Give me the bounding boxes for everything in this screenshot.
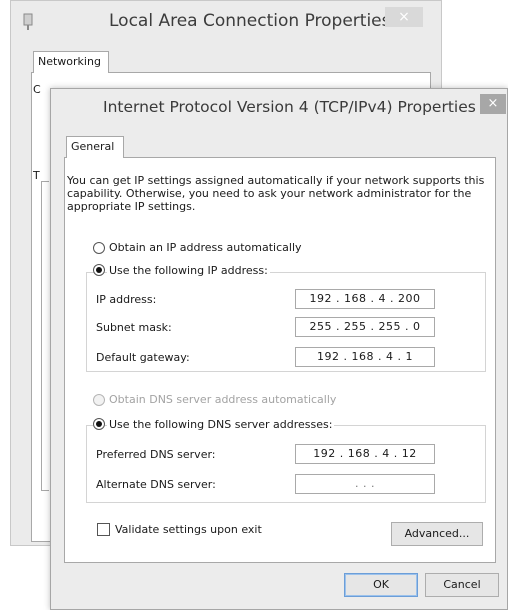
tab-general[interactable]: General: [66, 136, 124, 158]
preferred-dns-label: Preferred DNS server:: [96, 448, 216, 461]
ok-button[interactable]: OK: [344, 573, 418, 597]
dialog-title: Internet Protocol Version 4 (TCP/IPv4) P…: [103, 98, 476, 116]
subnet-mask-label: Subnet mask:: [96, 321, 172, 334]
ip-address-label: IP address:: [96, 293, 157, 306]
back-window-title: Local Area Connection Properties: [109, 11, 391, 31]
use-following-ip-label[interactable]: Use the following IP address:: [107, 264, 270, 277]
back-window-text-fragment: T: [33, 169, 40, 182]
cancel-button[interactable]: Cancel: [425, 573, 499, 597]
default-gateway-label: Default gateway:: [96, 351, 190, 364]
components-listbox: [41, 181, 49, 491]
tab-networking[interactable]: Networking: [33, 51, 109, 73]
advanced-button[interactable]: Advanced...: [391, 522, 483, 546]
description-text: You can get IP settings assigned automat…: [67, 174, 485, 213]
tcp-ipv4-properties-dialog: Internet Protocol Version 4 (TCP/IPv4) P…: [50, 88, 508, 610]
dialog-close-button[interactable]: ×: [480, 94, 506, 114]
back-window-text-fragment: C: [33, 83, 41, 96]
subnet-mask-input[interactable]: 255 . 255 . 255 . 0: [295, 317, 435, 337]
validate-settings-checkbox[interactable]: [97, 523, 110, 536]
obtain-ip-automatically-label[interactable]: Obtain an IP address automatically: [109, 241, 302, 254]
validate-settings-label[interactable]: Validate settings upon exit: [115, 523, 262, 536]
preferred-dns-input[interactable]: 192 . 168 . 4 . 12: [295, 444, 435, 464]
network-adapter-icon: [23, 13, 33, 30]
back-window-titlebar: Local Area Connection Properties ×: [11, 1, 441, 45]
obtain-dns-automatically-radio[interactable]: [93, 394, 105, 406]
alternate-dns-label: Alternate DNS server:: [96, 478, 216, 491]
alternate-dns-input[interactable]: . . .: [295, 474, 435, 494]
back-window-close-button[interactable]: ×: [385, 7, 423, 27]
ip-address-input[interactable]: 192 . 168 . 4 . 200: [295, 289, 435, 309]
use-following-ip-radio[interactable]: [93, 264, 105, 276]
default-gateway-input[interactable]: 192 . 168 . 4 . 1: [295, 347, 435, 367]
use-following-dns-radio[interactable]: [93, 418, 105, 430]
use-following-dns-label[interactable]: Use the following DNS server addresses:: [107, 418, 335, 431]
obtain-dns-automatically-label[interactable]: Obtain DNS server address automatically: [109, 393, 336, 406]
obtain-ip-automatically-radio[interactable]: [93, 242, 105, 254]
